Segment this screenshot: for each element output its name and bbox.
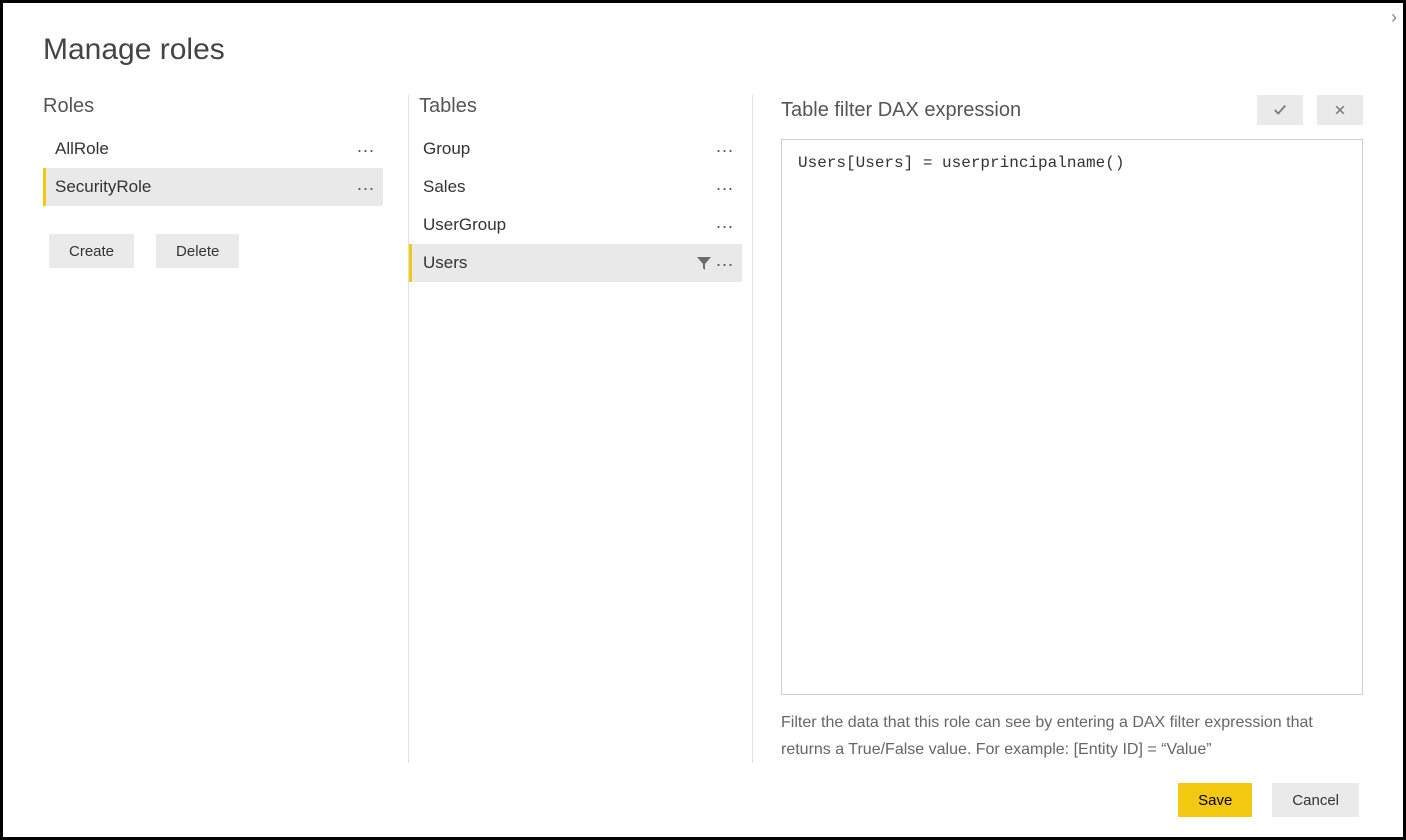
roles-column: Roles AllRole ... SecurityRole ... Creat… bbox=[43, 95, 383, 763]
dax-action-buttons bbox=[1257, 95, 1363, 125]
ellipsis-icon[interactable]: ... bbox=[716, 251, 734, 275]
table-item-label: Group bbox=[423, 139, 716, 159]
close-chevron-icon[interactable]: › bbox=[1391, 7, 1397, 28]
table-item-sales[interactable]: Sales ... bbox=[409, 168, 742, 206]
table-item-label: Sales bbox=[423, 177, 716, 197]
role-item-label: AllRole bbox=[55, 139, 357, 159]
dax-column: Table filter DAX expression bbox=[753, 95, 1363, 763]
role-item-securityrole[interactable]: SecurityRole ... bbox=[43, 168, 383, 206]
ellipsis-icon[interactable]: ... bbox=[716, 175, 734, 199]
table-item-label: Users bbox=[423, 253, 696, 273]
dialog-footer: Save Cancel bbox=[43, 783, 1363, 817]
table-item-label: UserGroup bbox=[423, 215, 716, 235]
role-item-label: SecurityRole bbox=[55, 177, 357, 197]
x-icon bbox=[1334, 104, 1346, 116]
dax-expression-input[interactable] bbox=[781, 139, 1363, 695]
dax-header-row: Table filter DAX expression bbox=[781, 95, 1363, 125]
create-role-button[interactable]: Create bbox=[49, 234, 134, 268]
save-button[interactable]: Save bbox=[1178, 783, 1252, 817]
tables-header: Tables bbox=[409, 95, 742, 118]
tables-column: Tables Group ... Sales ... UserGroup ... bbox=[408, 95, 753, 763]
table-item-users[interactable]: Users ... bbox=[409, 244, 742, 282]
delete-role-button[interactable]: Delete bbox=[156, 234, 239, 268]
ellipsis-icon[interactable]: ... bbox=[357, 137, 375, 161]
table-item-usergroup[interactable]: UserGroup ... bbox=[409, 206, 742, 244]
revert-expression-button[interactable] bbox=[1317, 95, 1363, 125]
ellipsis-icon[interactable]: ... bbox=[357, 175, 375, 199]
dax-header: Table filter DAX expression bbox=[781, 99, 1021, 122]
dialog-title: Manage roles bbox=[43, 33, 1363, 67]
cancel-button[interactable]: Cancel bbox=[1272, 783, 1359, 817]
dax-help-text: Filter the data that this role can see b… bbox=[781, 709, 1363, 763]
ellipsis-icon[interactable]: ... bbox=[716, 137, 734, 161]
role-buttons-row: Create Delete bbox=[43, 234, 383, 268]
verify-expression-button[interactable] bbox=[1257, 95, 1303, 125]
manage-roles-dialog: Manage roles Roles AllRole ... SecurityR… bbox=[3, 3, 1403, 837]
filter-icon bbox=[696, 255, 712, 271]
check-icon bbox=[1273, 103, 1287, 117]
dialog-columns: Roles AllRole ... SecurityRole ... Creat… bbox=[43, 95, 1363, 763]
roles-header: Roles bbox=[43, 95, 383, 118]
role-item-allrole[interactable]: AllRole ... bbox=[43, 130, 383, 168]
ellipsis-icon[interactable]: ... bbox=[716, 213, 734, 237]
table-item-group[interactable]: Group ... bbox=[409, 130, 742, 168]
